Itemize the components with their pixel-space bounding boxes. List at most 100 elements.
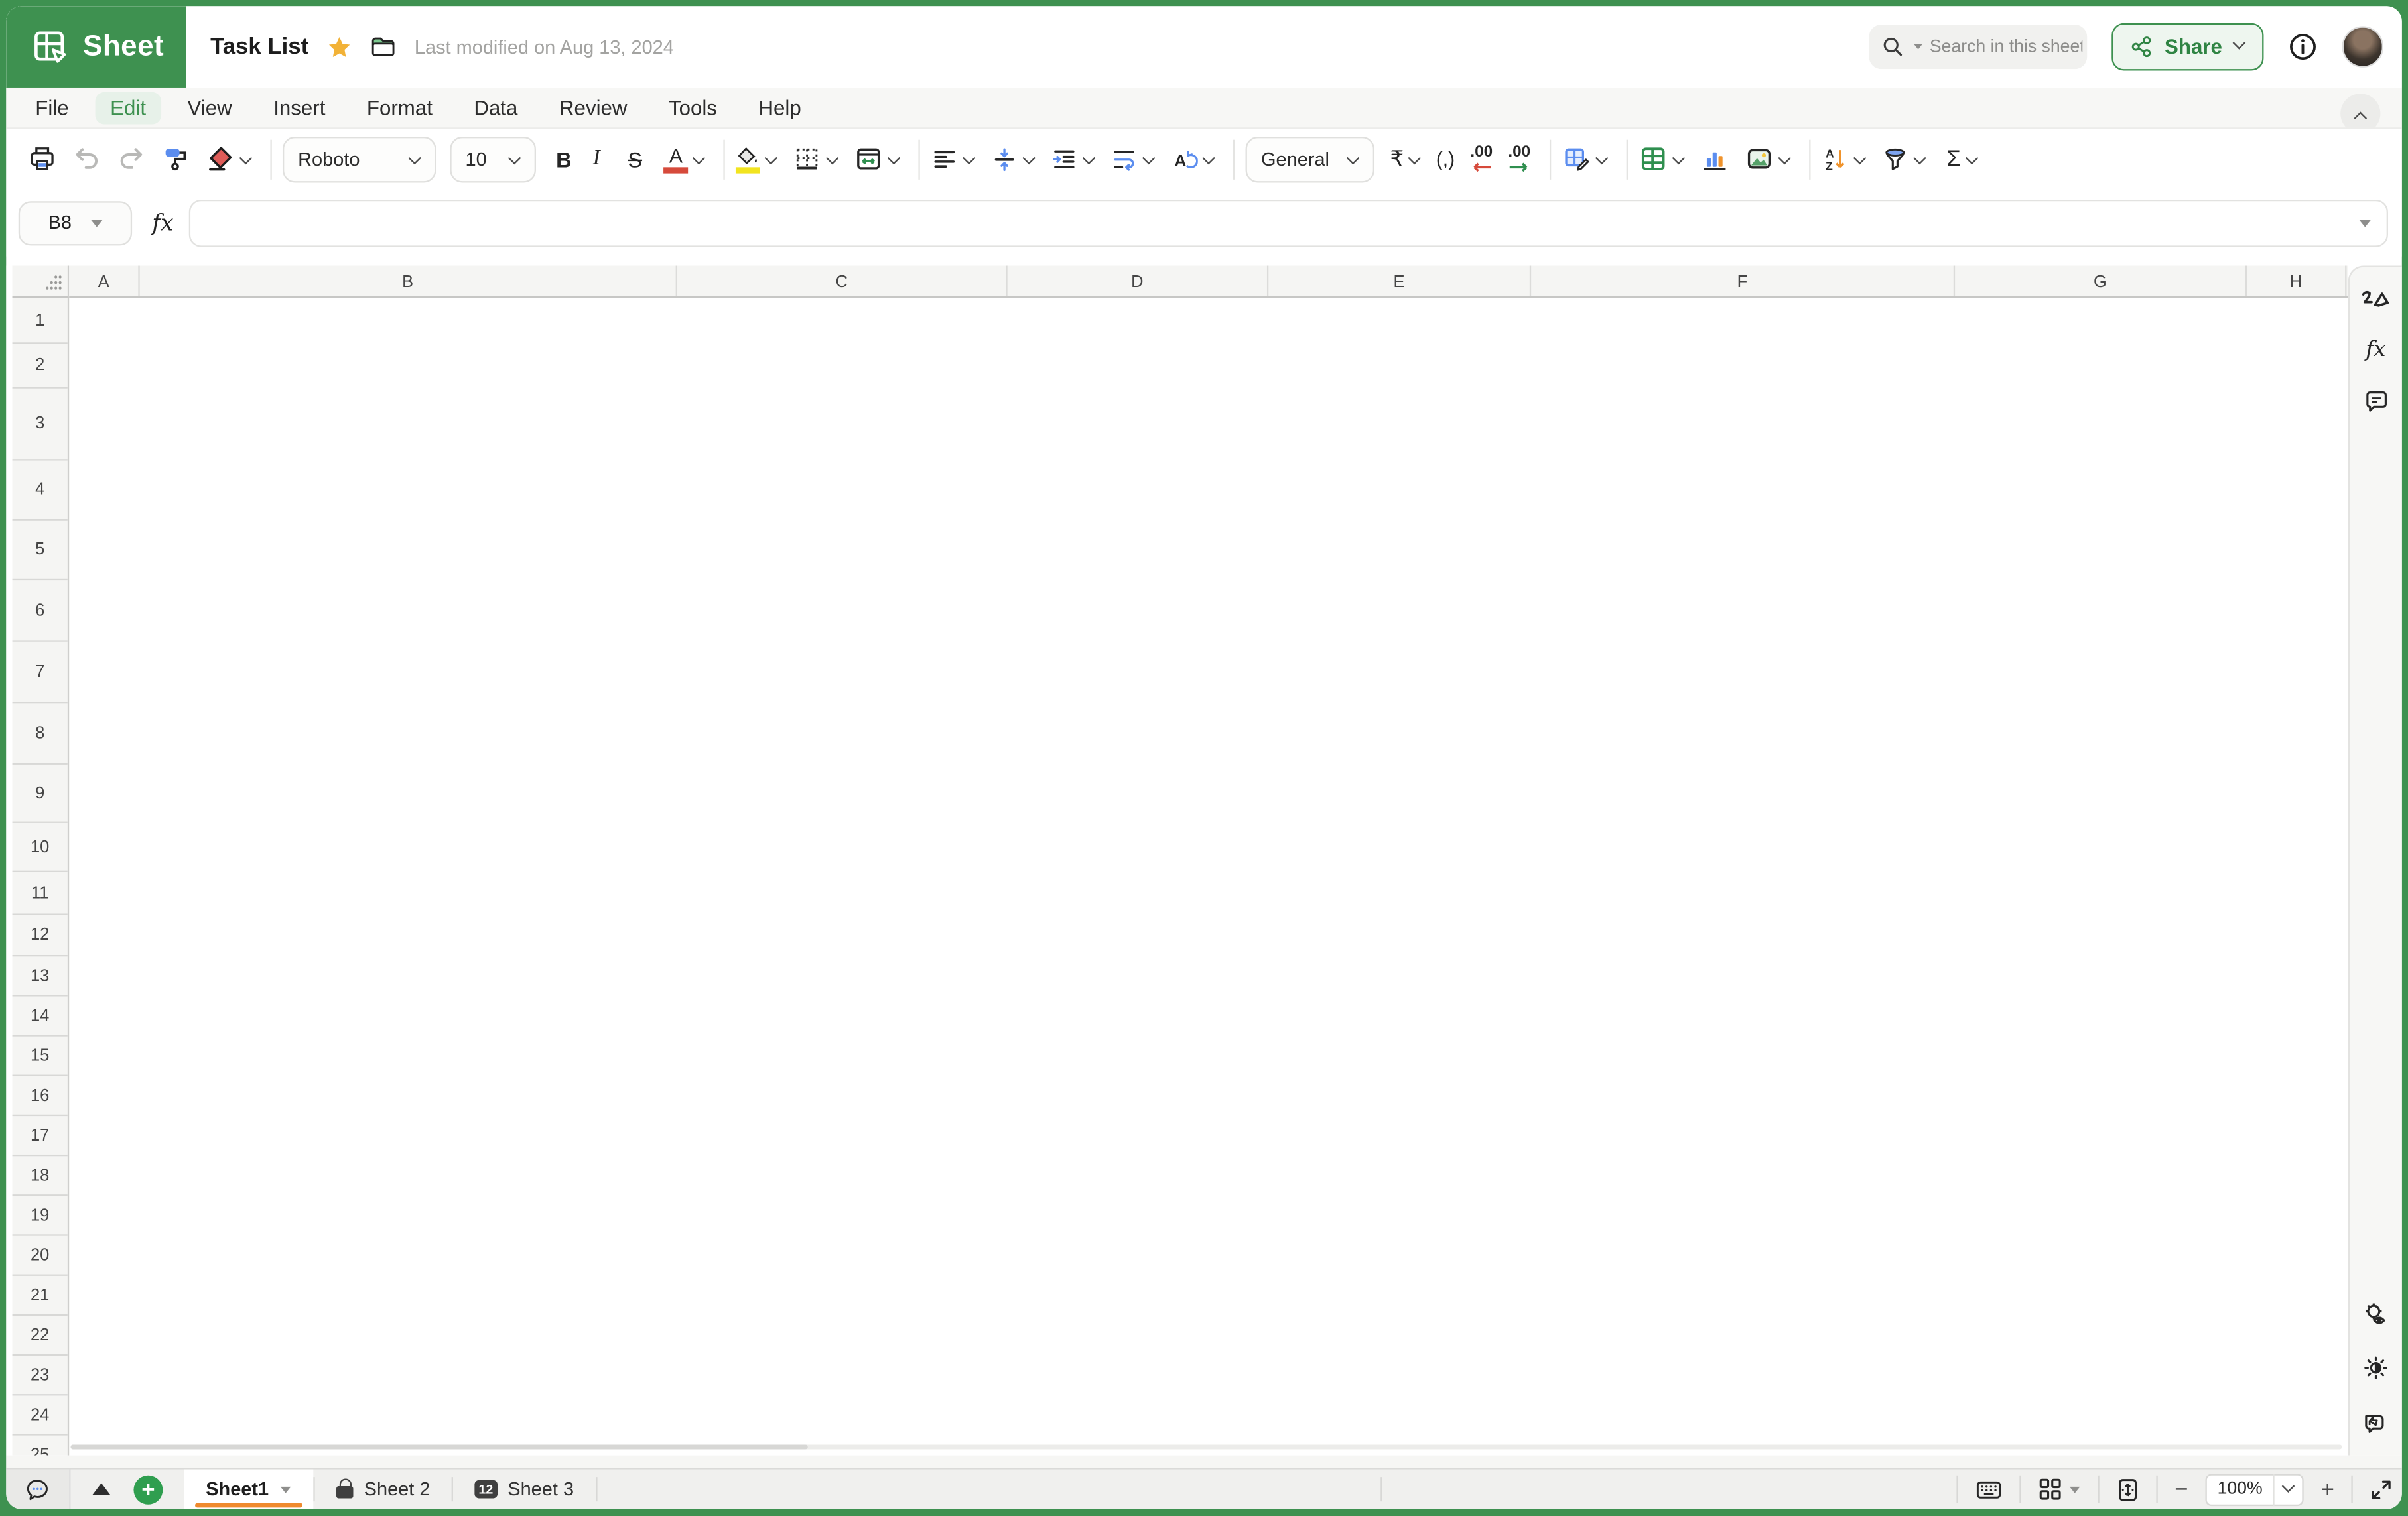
row-header-8[interactable]: 8 <box>13 703 68 765</box>
row-header-21[interactable]: 21 <box>13 1276 68 1316</box>
search-box[interactable] <box>1870 25 2088 69</box>
horizontal-align-dropdown-icon[interactable] <box>963 153 976 165</box>
currency-dropdown-icon[interactable] <box>1408 153 1421 165</box>
row-header-9[interactable]: 9 <box>13 765 68 823</box>
insert-function-icon[interactable]: fx <box>2366 338 2385 362</box>
formula-input-area[interactable] <box>189 199 2388 247</box>
select-all-corner[interactable] <box>13 266 70 298</box>
font-size-select[interactable]: 10 <box>450 136 536 182</box>
text-rotation-button[interactable]: A <box>1170 145 1215 173</box>
fullscreen-icon[interactable] <box>2370 1478 2393 1501</box>
image-dropdown-icon[interactable] <box>1778 153 1790 165</box>
fit-to-screen-icon[interactable] <box>2116 1476 2139 1502</box>
vertical-align-dropdown-icon[interactable] <box>1023 153 1036 165</box>
freeze-panes-button[interactable] <box>2038 1477 2081 1501</box>
zoom-dropdown[interactable] <box>2273 1473 2303 1505</box>
sort-button[interactable]: A Z <box>1821 145 1865 173</box>
text-rotation-dropdown-icon[interactable] <box>1203 153 1215 165</box>
view-settings-icon[interactable] <box>2362 1300 2390 1328</box>
filter-button[interactable] <box>1881 145 1925 173</box>
menu-item-format[interactable]: Format <box>367 96 433 119</box>
strikethrough-button[interactable]: S <box>628 147 642 171</box>
chat-button[interactable] <box>6 1470 70 1509</box>
vertical-align-button[interactable] <box>991 145 1036 173</box>
search-input[interactable] <box>1930 38 2084 56</box>
column-header-H[interactable]: H <box>2247 266 2346 298</box>
merge-cells-button[interactable] <box>854 145 900 174</box>
zia-assistant-icon[interactable] <box>2360 287 2391 312</box>
fill-color-dropdown-icon[interactable] <box>765 153 777 165</box>
row-header-24[interactable]: 24 <box>13 1395 68 1435</box>
sheet-list-button[interactable] <box>92 1483 111 1495</box>
column-header-D[interactable]: D <box>1008 266 1269 298</box>
insert-table-button[interactable] <box>1638 145 1684 174</box>
appearance-icon[interactable] <box>2362 1354 2390 1382</box>
sheet-tab-dropdown-icon[interactable] <box>281 1486 291 1493</box>
table-dropdown-icon[interactable] <box>1672 153 1684 165</box>
indent-button[interactable] <box>1051 145 1095 173</box>
insert-chart-button[interactable] <box>1700 145 1729 174</box>
column-header-A[interactable]: A <box>69 266 139 298</box>
info-icon[interactable] <box>2288 32 2317 62</box>
share-button[interactable]: Share <box>2112 23 2263 71</box>
zoom-level-control[interactable]: 100% <box>2205 1473 2304 1505</box>
document-title[interactable]: Task List <box>210 34 308 60</box>
row-header-6[interactable]: 6 <box>13 580 68 642</box>
menu-item-data[interactable]: Data <box>474 96 517 119</box>
sort-dropdown-icon[interactable] <box>1853 153 1865 165</box>
collapse-toolbar-button[interactable] <box>2340 94 2380 133</box>
favorite-star-icon[interactable] <box>327 34 352 59</box>
row-header-10[interactable]: 10 <box>13 823 68 872</box>
row-header-3[interactable]: 3 <box>13 389 68 461</box>
comments-icon[interactable] <box>2363 389 2389 414</box>
text-wrap-button[interactable] <box>1110 145 1155 173</box>
zoom-in-button[interactable]: + <box>2321 1476 2334 1502</box>
horizontal-align-button[interactable] <box>931 145 975 173</box>
font-color-button[interactable]: A <box>663 145 705 173</box>
horizontal-scrollbar-thumb[interactable] <box>70 1445 807 1450</box>
bold-button[interactable]: B <box>556 147 571 171</box>
eraser-dropdown-icon[interactable] <box>239 153 252 165</box>
functions-button[interactable]: Σ <box>1947 146 1978 172</box>
row-header-11[interactable]: 11 <box>13 872 68 915</box>
clear-eraser-button[interactable] <box>206 145 251 174</box>
row-header-25[interactable]: 25 <box>13 1436 68 1456</box>
conditional-format-button[interactable] <box>1561 145 1607 174</box>
font-color-dropdown-icon[interactable] <box>693 153 705 165</box>
formula-input[interactable] <box>206 212 2359 233</box>
menu-item-insert[interactable]: Insert <box>273 96 325 119</box>
search-options-dropdown-icon[interactable] <box>1914 44 1923 50</box>
formula-bar-expand-icon[interactable] <box>2359 219 2372 227</box>
add-sheet-button[interactable]: + <box>133 1475 163 1504</box>
conditional-format-dropdown-icon[interactable] <box>1595 153 1607 165</box>
row-header-12[interactable]: 12 <box>13 915 68 957</box>
column-header-G[interactable]: G <box>1955 266 2247 298</box>
increase-decimal-button[interactable]: .00 <box>1508 145 1530 173</box>
column-header-E[interactable]: E <box>1268 266 1531 298</box>
zoom-out-button[interactable]: − <box>2174 1476 2188 1502</box>
sheet-tab-sheet2[interactable]: Sheet 2 <box>315 1470 452 1509</box>
print-button[interactable] <box>28 145 57 174</box>
menu-item-file[interactable]: File <box>35 96 68 119</box>
indent-dropdown-icon[interactable] <box>1083 153 1095 165</box>
row-header-23[interactable]: 23 <box>13 1356 68 1395</box>
merge-dropdown-icon[interactable] <box>888 153 900 165</box>
horizontal-scrollbar[interactable] <box>70 1445 2342 1450</box>
feedback-icon[interactable] <box>2362 1408 2390 1436</box>
sheet-tab-sheet1[interactable]: Sheet1 <box>184 1470 313 1509</box>
menu-item-edit[interactable]: Edit <box>95 92 161 124</box>
sheet-canvas[interactable] <box>70 299 2348 1455</box>
currency-format-button[interactable]: ₹ <box>1390 146 1420 172</box>
row-header-13[interactable]: 13 <box>13 956 68 996</box>
row-header-16[interactable]: 16 <box>13 1076 68 1116</box>
row-header-14[interactable]: 14 <box>13 996 68 1036</box>
insert-image-button[interactable] <box>1744 145 1790 174</box>
freeze-panes-dropdown-icon[interactable] <box>2070 1486 2080 1493</box>
text-wrap-dropdown-icon[interactable] <box>1143 153 1156 165</box>
row-header-7[interactable]: 7 <box>13 642 68 704</box>
column-header-F[interactable]: F <box>1531 266 1955 298</box>
decrease-decimal-button[interactable]: .00 <box>1470 145 1493 173</box>
row-header-20[interactable]: 20 <box>13 1236 68 1276</box>
row-header-17[interactable]: 17 <box>13 1116 68 1156</box>
row-header-1[interactable]: 1 <box>13 298 68 344</box>
